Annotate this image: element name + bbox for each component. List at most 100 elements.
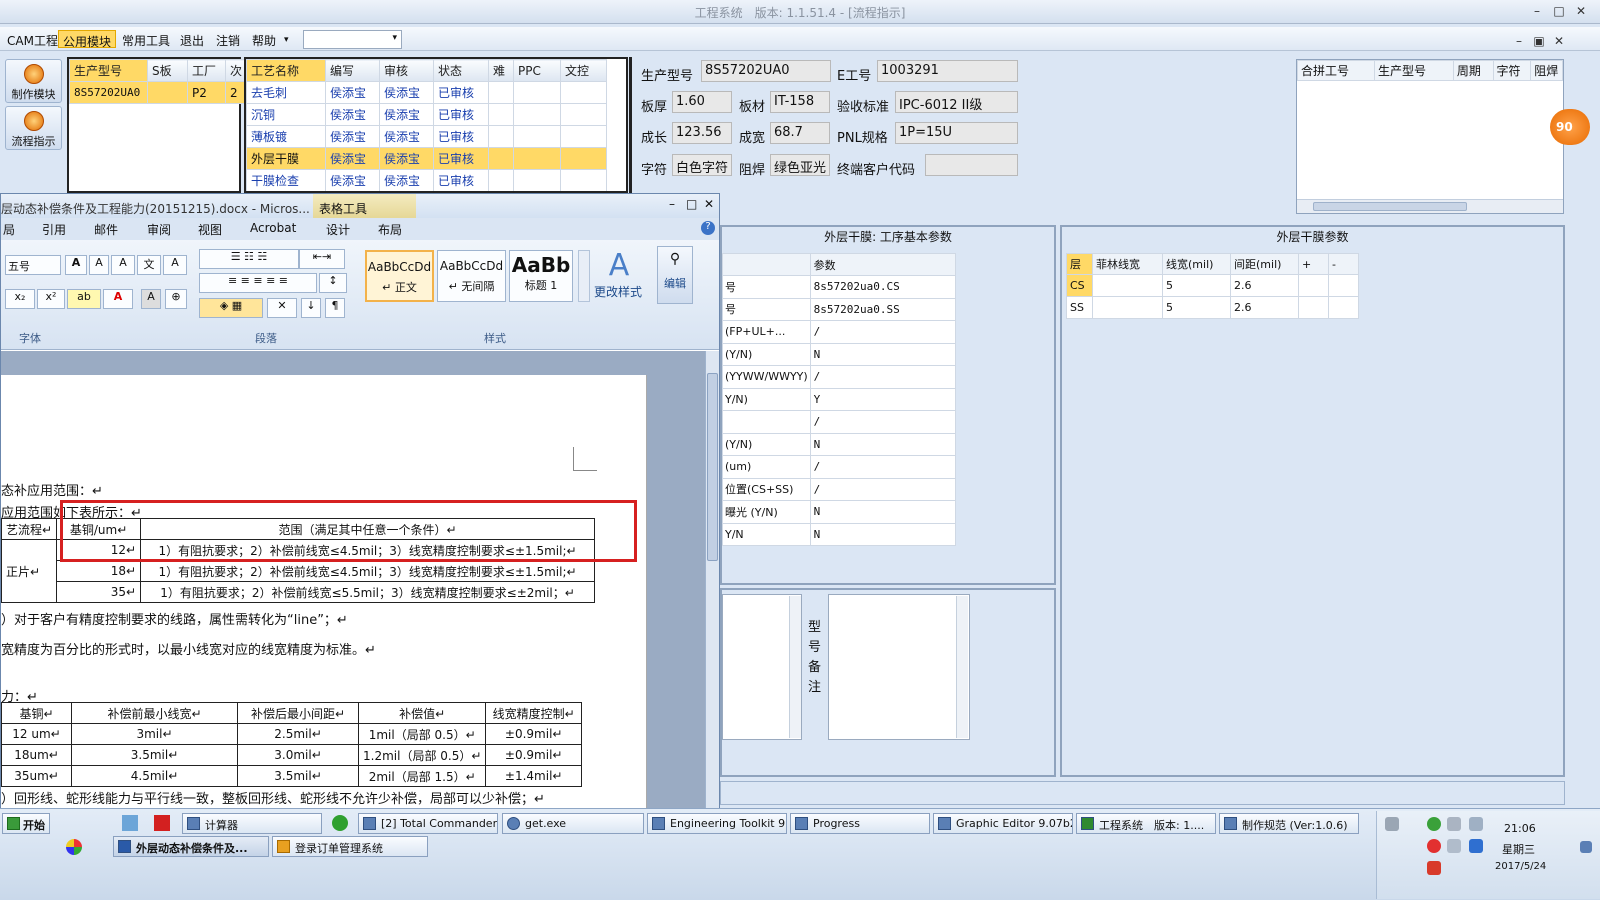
- font-size-select[interactable]: 五号: [5, 255, 61, 275]
- cloud-icon[interactable]: [1469, 839, 1483, 853]
- col-doc-control[interactable]: 文控: [560, 59, 607, 82]
- network-icon[interactable]: [1469, 817, 1483, 831]
- cell-layer[interactable]: SS: [1066, 296, 1093, 319]
- cell-process[interactable]: 去毛刺: [246, 81, 326, 104]
- cell-process[interactable]: 外层干膜: [246, 147, 326, 170]
- cell-writer[interactable]: 侯添宝: [325, 81, 380, 104]
- task-engineering-system[interactable]: 工程系统 版本: 1....: [1076, 813, 1216, 834]
- chinese-layout-icon[interactable]: ✕: [267, 298, 297, 318]
- subscript-icon[interactable]: x₂: [5, 289, 35, 309]
- col-mask[interactable]: 阻焊: [1530, 60, 1563, 81]
- table-row[interactable]: 去毛刺 侯添宝 侯添宝 已审核: [246, 81, 607, 104]
- superscript-icon[interactable]: x²: [37, 289, 65, 309]
- param-value-cell[interactable]: N: [809, 342, 956, 366]
- cell-product[interactable]: 8S57202UA0: [69, 81, 148, 104]
- tab-references[interactable]: 引用: [42, 221, 66, 238]
- cell-spacing[interactable]: 2.6: [1230, 296, 1299, 319]
- vertical-scrollbar[interactable]: [956, 596, 968, 738]
- table-row[interactable]: 号 8s57202ua0.SS: [722, 297, 956, 321]
- cell-writer[interactable]: 侯添宝: [325, 169, 380, 191]
- inner-restore-button[interactable]: ▣: [1530, 33, 1548, 49]
- show-desktop-icon[interactable]: [122, 815, 138, 831]
- cell-reviewer[interactable]: 侯添宝: [379, 125, 434, 148]
- task-progress[interactable]: Progress: [790, 813, 930, 834]
- update-icon[interactable]: [1427, 817, 1441, 831]
- line-spacing-icon[interactable]: ↕: [319, 273, 347, 293]
- cell-writer[interactable]: 侯添宝: [325, 147, 380, 170]
- cell-process[interactable]: 干膜检查: [246, 169, 326, 191]
- show-marks-icon[interactable]: ¶: [325, 298, 345, 318]
- cell-status[interactable]: 已审核: [433, 81, 489, 104]
- word-close-button[interactable]: ✕: [704, 197, 714, 211]
- grow-font-icon[interactable]: A: [65, 255, 87, 275]
- char-shading-icon[interactable]: A: [141, 289, 161, 309]
- tab-mailings[interactable]: 邮件: [94, 221, 118, 238]
- module-dropdown[interactable]: ▾: [303, 30, 402, 49]
- col-line-width[interactable]: 线宽(mil): [1162, 253, 1231, 275]
- mat-field[interactable]: IT-158: [770, 91, 830, 113]
- task-graphic-editor[interactable]: Graphic Editor 9.07b2...: [933, 813, 1073, 834]
- styles-scroll[interactable]: [578, 250, 590, 302]
- cell-status[interactable]: 已审核: [433, 103, 489, 126]
- cell-s[interactable]: [147, 81, 188, 104]
- prod-field[interactable]: 8S57202UA0: [701, 60, 831, 82]
- col-product[interactable]: 生产型号: [69, 59, 148, 82]
- flow-indicator-button[interactable]: 流程指示: [5, 106, 62, 150]
- scroll-thumb[interactable]: [1313, 202, 1467, 211]
- table-row[interactable]: 号 8s57202ua0.CS: [722, 275, 956, 299]
- cell-status[interactable]: 已审核: [433, 125, 489, 148]
- make-module-button[interactable]: 制作模块: [5, 59, 62, 103]
- param-value-cell[interactable]: /: [809, 320, 956, 344]
- table-row[interactable]: 位置(CS+SS) /: [722, 477, 956, 501]
- device-icon[interactable]: [1447, 817, 1461, 831]
- clock-date[interactable]: 2017/5/24: [1495, 861, 1546, 872]
- len-field[interactable]: 123.56: [672, 122, 732, 144]
- remark-textarea[interactable]: [828, 594, 970, 740]
- cell-reviewer[interactable]: 侯添宝: [379, 147, 434, 170]
- notification-badge[interactable]: 90: [1550, 109, 1590, 145]
- task-total-commander[interactable]: [2] Total Commander ...: [358, 813, 498, 834]
- table-row[interactable]: /: [722, 410, 956, 434]
- cell-process[interactable]: 沉铜: [246, 103, 326, 126]
- cell-film-width[interactable]: [1092, 296, 1163, 319]
- param-value-cell[interactable]: 8s57202ua0.SS: [809, 297, 956, 321]
- param-value-cell[interactable]: /: [809, 455, 956, 479]
- col-s-board[interactable]: S板: [147, 59, 188, 82]
- col-writer[interactable]: 编写: [325, 59, 380, 82]
- task-engineering-toolkit[interactable]: Engineering Toolkit 9....: [647, 813, 787, 834]
- cell-film-width[interactable]: [1092, 274, 1163, 297]
- table-row[interactable]: 薄板镀 侯添宝 侯添宝 已审核: [246, 125, 607, 148]
- table-row[interactable]: (um) /: [722, 455, 956, 479]
- menu-cam[interactable]: CAM工程: [3, 30, 62, 48]
- show-desktop-corner-icon[interactable]: [1580, 841, 1592, 853]
- col-combined-no[interactable]: 合拼工号: [1297, 60, 1375, 81]
- table-row[interactable]: Y/N N: [722, 522, 956, 546]
- change-style-icon[interactable]: A: [599, 248, 639, 283]
- param-value-cell[interactable]: N: [809, 432, 956, 456]
- sort-icon[interactable]: ↓: [301, 298, 321, 318]
- col-spacing[interactable]: 间距(mil): [1230, 253, 1299, 275]
- cell-writer[interactable]: 侯添宝: [325, 103, 380, 126]
- col-layer[interactable]: 层: [1066, 253, 1093, 275]
- clear-format-icon[interactable]: A: [111, 255, 135, 275]
- wid-field[interactable]: 68.7: [770, 122, 830, 144]
- table-row[interactable]: Y/N) Y: [722, 387, 956, 411]
- table-row[interactable]: (Y/N) N: [722, 342, 956, 366]
- tab-table-layout[interactable]: 布局: [378, 221, 402, 238]
- security-icon[interactable]: [1427, 839, 1441, 853]
- table-row[interactable]: CS 5 2.6: [1066, 274, 1359, 297]
- col-film-width[interactable]: 菲林线宽: [1092, 253, 1163, 275]
- close-button[interactable]: ✕: [1572, 3, 1590, 19]
- phonetic-icon[interactable]: 文: [137, 255, 161, 275]
- menu-overflow-arrow[interactable]: ▾: [280, 33, 293, 51]
- remove-row-button[interactable]: -: [1328, 253, 1359, 275]
- document-page[interactable]: 态补应用范围：↵ 应用范围如下表所示：↵ 艺流程↵ 基铜/um↵ 范围（满足其中…: [0, 375, 647, 815]
- cell-layer[interactable]: CS: [1066, 274, 1093, 297]
- shading-border-icon[interactable]: ◈ ▦: [199, 298, 263, 318]
- menu-logout[interactable]: 注销: [212, 30, 244, 48]
- tab-layout[interactable]: 局: [3, 221, 15, 238]
- param-value-cell[interactable]: N: [809, 522, 956, 546]
- vertical-scrollbar[interactable]: [789, 596, 801, 738]
- col-process-name[interactable]: 工艺名称: [246, 59, 326, 82]
- col-ppc[interactable]: PPC: [513, 59, 561, 82]
